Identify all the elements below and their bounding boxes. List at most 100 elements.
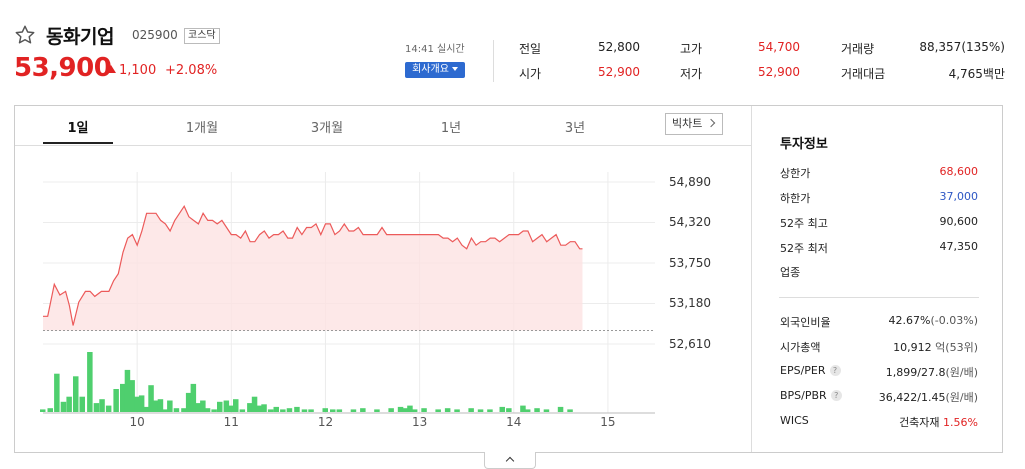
volume-bar [167, 400, 173, 412]
volume-bar [567, 409, 573, 412]
volume-bar [233, 399, 239, 412]
volume-bar [79, 396, 85, 412]
volume-bar [388, 408, 394, 412]
chevron-up-icon [505, 456, 515, 466]
volume-bar [185, 392, 192, 412]
panel-divider [751, 106, 752, 452]
market-cap-value: 10,912 억(53위) [838, 339, 978, 355]
invest-info-title: 투자정보 [780, 137, 828, 152]
y-tick-label: 53,180 [669, 296, 711, 310]
volume-bar [113, 389, 119, 412]
volume-bars [40, 352, 573, 412]
bps-pbr: 36,422/1.45 [878, 391, 946, 404]
volume-bar [534, 408, 540, 412]
x-tick-label: 13 [411, 415, 428, 429]
volume-bar [273, 406, 279, 412]
volume-bar [195, 403, 201, 412]
bps-pbr-unit: (원/배) [945, 391, 978, 404]
volume-label: 거래량 [841, 42, 875, 56]
volume-bar [444, 408, 451, 412]
volume-bar [407, 405, 413, 412]
wics-sector[interactable]: 건축자재 [899, 416, 939, 429]
volume-bar [247, 403, 253, 412]
x-tick-label: 12 [317, 415, 334, 429]
volume-bar [499, 406, 505, 412]
market-cap-label: 시가총액 [780, 341, 821, 354]
volume-bar [162, 409, 168, 412]
volume-bar [239, 409, 246, 412]
volume-bar [211, 409, 217, 412]
volume-bar [73, 376, 79, 412]
volume-bar [47, 408, 53, 412]
x-tick-label: 11 [223, 415, 239, 429]
volume-bar [543, 409, 550, 412]
volume-bar [173, 408, 180, 412]
eps-per-label: EPS/PER? [780, 364, 841, 377]
volume-bar [477, 409, 484, 412]
volume-bar [261, 404, 267, 412]
volume-bar [87, 352, 93, 412]
volume-bar [286, 408, 293, 412]
foreign-ratio: 42.67% [888, 314, 931, 327]
trade-amount-value: 4,765백만 [948, 67, 1005, 81]
volume-bar [40, 409, 46, 412]
market-cap-rank: 억(53위) [935, 341, 978, 354]
volume-bar [487, 409, 493, 412]
x-tick-label: 15 [600, 415, 616, 429]
eps-per-text: EPS/PER [780, 364, 826, 377]
volume-bar [454, 409, 460, 412]
volume-bar [134, 396, 140, 412]
price-chart[interactable] [0, 0, 751, 452]
volume-bar [468, 408, 474, 412]
volume-bar [280, 409, 286, 412]
volume-bar [435, 409, 441, 412]
volume-bar [251, 396, 258, 412]
volume-bar [153, 400, 159, 412]
volume-bar [223, 400, 230, 412]
upper-limit-label: 상한가 [780, 167, 811, 180]
volume-bar [120, 383, 126, 412]
volume-bar [330, 409, 336, 412]
volume-bar [506, 408, 512, 412]
volume-bar [421, 408, 427, 412]
volume-bar [217, 401, 223, 412]
y-tick-label: 54,890 [669, 175, 711, 189]
volume-bar [336, 409, 343, 412]
volume-bar [557, 406, 564, 412]
volume-bar [374, 409, 380, 412]
volume-bar [54, 373, 60, 412]
volume-bar [181, 408, 187, 412]
collapse-button[interactable] [484, 452, 536, 469]
volume-bar [301, 409, 308, 412]
upper-limit-value: 68,600 [939, 165, 979, 178]
volume-bar [294, 406, 300, 412]
volume-bar [256, 405, 263, 412]
volume-bar [124, 369, 131, 412]
volume-bar [402, 408, 408, 412]
foreign-ratio-change: (-0.03%) [930, 314, 979, 327]
volume-bar [360, 408, 366, 412]
volume-bar [524, 409, 531, 412]
x-tick-label: 10 [129, 415, 145, 429]
volume-bar [228, 405, 234, 412]
volume-bar [190, 383, 197, 412]
foreign-ratio-value: 42.67%(-0.03%) [838, 314, 978, 327]
volume-bar [129, 380, 135, 412]
volume-bar [105, 405, 112, 412]
volume-bar [397, 406, 404, 412]
wics-change: 1.56% [943, 416, 978, 429]
volume-bar [267, 409, 274, 412]
low-52w-label: 52주 최저 [780, 242, 828, 255]
bps-pbr-text: BPS/PBR [780, 389, 827, 402]
volume-bar [411, 409, 418, 412]
bps-pbr-label: BPS/PBR? [780, 389, 842, 402]
volume-bar [60, 401, 67, 412]
foreign-ratio-label: 외국인비율 [780, 316, 831, 329]
y-tick-label: 54,320 [669, 215, 711, 229]
eps-per-value: 1,899/27.8(원/배) [838, 364, 978, 380]
trade-amount-label: 거래대금 [841, 67, 886, 81]
volume-bar [308, 409, 314, 412]
wics-value: 건축자재 1.56% [838, 414, 978, 430]
x-tick-label: 14 [506, 415, 522, 429]
lower-limit-value: 37,000 [939, 190, 979, 203]
